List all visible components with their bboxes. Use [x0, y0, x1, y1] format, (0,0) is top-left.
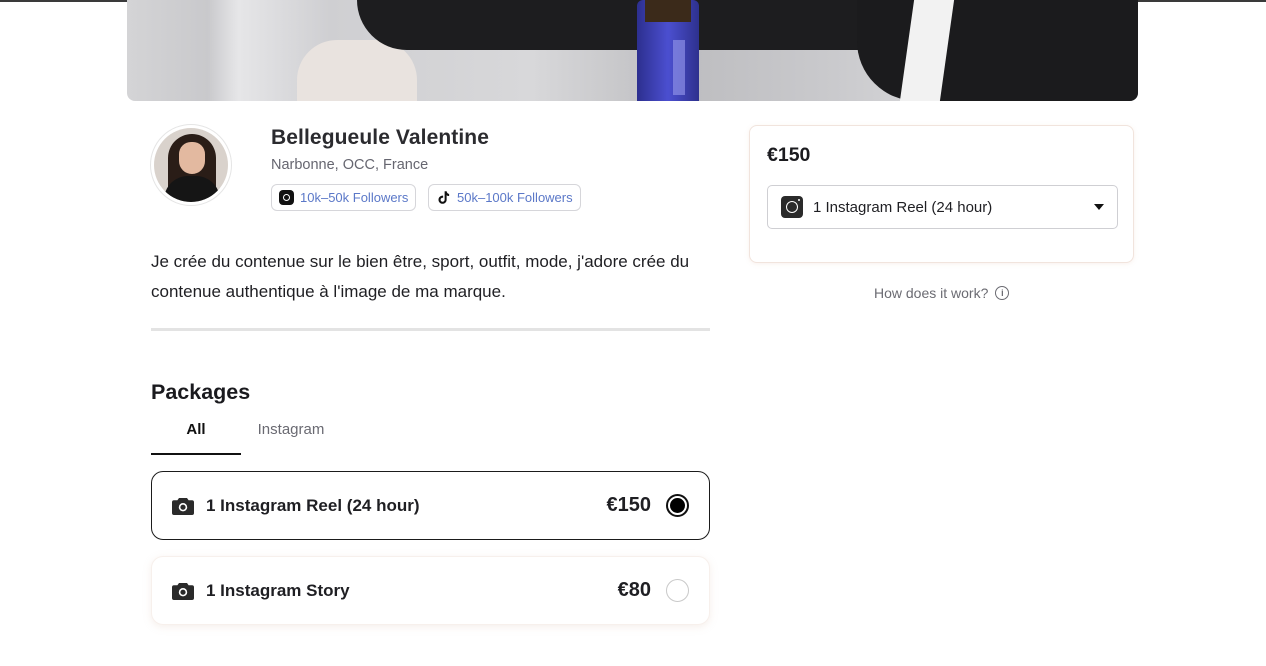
package-option-story[interactable]: 1 Instagram Story €80: [151, 556, 710, 625]
packages-heading: Packages: [151, 380, 251, 404]
package-price: €80: [617, 579, 651, 601]
checkout-card: €150 1 Instagram Reel (24 hour): [749, 125, 1134, 263]
cover-image: [127, 0, 1138, 101]
creator-name: Bellegueule Valentine: [271, 126, 490, 149]
instagram-followers-badge[interactable]: 10k–50k Followers: [271, 184, 417, 211]
how-it-works-link[interactable]: How does it work? i: [874, 285, 1010, 301]
package-price: €150: [606, 494, 652, 516]
package-radio[interactable]: [666, 579, 689, 602]
package-select-value: 1 Instagram Reel (24 hour): [813, 198, 993, 216]
package-select[interactable]: 1 Instagram Reel (24 hour): [767, 185, 1118, 229]
camera-icon: [172, 582, 194, 600]
tab-instagram[interactable]: Instagram: [241, 421, 341, 455]
tab-all[interactable]: All: [151, 421, 241, 455]
tiktok-followers-badge[interactable]: 50k–100k Followers: [428, 184, 581, 211]
info-icon: i: [995, 286, 1010, 300]
package-option-reel[interactable]: 1 Instagram Reel (24 hour) €150: [151, 471, 710, 540]
avatar: [150, 124, 232, 206]
package-label: 1 Instagram Reel (24 hour): [206, 495, 420, 515]
how-it-works-label: How does it work?: [874, 285, 989, 301]
checkout-price: €150: [767, 144, 811, 166]
package-radio[interactable]: [666, 494, 689, 517]
instagram-icon: [279, 190, 294, 205]
creator-location: Narbonne, OCC, France: [271, 157, 429, 173]
creator-bio: Je crée du contenue sur le bien être, sp…: [151, 252, 690, 301]
section-divider: [151, 328, 710, 331]
chevron-down-icon: [1094, 204, 1104, 210]
tiktok-icon: [436, 190, 451, 205]
badge-label: 50k–100k Followers: [457, 190, 573, 205]
instagram-icon: [781, 196, 803, 218]
badge-label: 10k–50k Followers: [300, 190, 409, 205]
package-label: 1 Instagram Story: [206, 580, 350, 600]
camera-icon: [172, 497, 194, 515]
